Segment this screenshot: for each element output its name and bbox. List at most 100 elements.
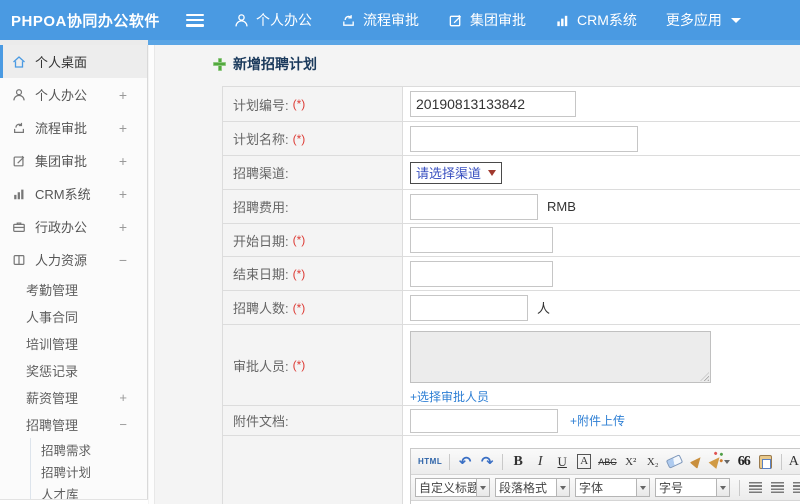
cost-input[interactable] [410, 193, 538, 220]
edit-icon [13, 155, 25, 166]
main-content: 新增招聘计划 计划编号: (*) 计划名称: (*) 招聘 [156, 45, 800, 504]
nav-label: 个人办公 [256, 12, 312, 28]
resize-grip-icon[interactable] [700, 372, 709, 381]
sidebar-item-recruit-demand[interactable]: 招聘需求 [31, 438, 147, 460]
font-size-dropdown[interactable]: 字号 [655, 478, 730, 497]
nav-workflow-approval[interactable]: 流程审批 [341, 10, 419, 30]
field-cell: 人 [403, 291, 800, 324]
choose-approvers-link[interactable]: +选择审批人员 [410, 388, 489, 405]
page-title-text: 新增招聘计划 [233, 56, 317, 72]
autotypeset-button[interactable]: A [577, 454, 592, 469]
dropdown-arrow-button[interactable] [477, 478, 490, 497]
auto-format-button[interactable] [708, 452, 732, 472]
briefcase-icon [13, 221, 25, 232]
sidebar-item-label: 奖惩记录 [26, 364, 79, 379]
sidebar-item-label: 个人办公 [35, 88, 88, 103]
strikethrough-button[interactable]: ABC [596, 452, 619, 472]
channel-select[interactable]: 请选择渠道 [410, 161, 503, 184]
required-mark: (*) [292, 97, 306, 111]
font-family-dropdown[interactable]: 字体 [575, 478, 650, 497]
sidebar-item-attendance[interactable]: 考勤管理 [0, 276, 147, 303]
editor-toolbar-row2: 自定义标题 段落格式 字体 字号 [411, 475, 800, 501]
sidebar-item-rewards[interactable]: 奖惩记录 [0, 357, 147, 384]
sidebar-item-workflow-approval[interactable]: 流程审批 + [0, 111, 147, 144]
sidebar-item-crm[interactable]: CRM系统 + [0, 177, 147, 210]
field-cell [403, 224, 800, 256]
edit-icon [448, 13, 463, 28]
collapse-minus-icon[interactable]: − [119, 417, 127, 432]
expand-plus-icon[interactable]: + [119, 390, 127, 405]
field-cell: +选择审批人员 [403, 325, 800, 405]
field-label: 审批人员: (*) [223, 325, 403, 405]
dropdown-arrow-button[interactable] [557, 478, 570, 497]
headcount-input[interactable] [410, 294, 528, 321]
required-mark: (*) [292, 131, 306, 146]
plan-number-input[interactable] [410, 91, 576, 117]
topbar: PHPOA协同办公软件 个人办公 流程审批 集团审批 CRM系统 更多应用 [0, 0, 800, 40]
menu-toggle-icon[interactable] [186, 13, 204, 27]
bold-button[interactable]: B [508, 452, 528, 472]
caret-down-icon [640, 485, 646, 490]
workflow-icon [14, 122, 24, 133]
expand-plus-icon[interactable]: + [119, 87, 127, 103]
nav-group-approval[interactable]: 集团审批 [448, 10, 526, 30]
field-label: 计划名称: (*) [223, 122, 403, 155]
dropdown-arrow-button[interactable] [637, 478, 650, 497]
start-date-input[interactable] [410, 227, 553, 253]
sidebar-item-personal-office[interactable]: 个人办公 + [0, 78, 147, 111]
italic-button[interactable]: I [530, 452, 550, 472]
font-color-button[interactable]: A [787, 452, 800, 472]
align-right-button[interactable] [789, 478, 800, 498]
end-date-input[interactable] [410, 260, 553, 287]
sidebar-item-admin-office[interactable]: 行政办公 + [0, 210, 147, 243]
form-row-start-date: 开始日期: (*) [223, 224, 800, 257]
nav-crm-system[interactable]: CRM系统 [555, 10, 637, 30]
sidebar-item-group-approval[interactable]: 集团审批 + [0, 144, 147, 177]
align-center-icon [770, 482, 784, 493]
nav-personal-office[interactable]: 个人办公 [234, 10, 312, 30]
nav-label: 集团审批 [470, 12, 526, 28]
field-label: 附件文档: [223, 406, 403, 435]
sidebar-item-hr-contract[interactable]: 人事合同 [0, 303, 147, 330]
underline-button[interactable]: U [552, 452, 572, 472]
collapse-minus-icon[interactable]: − [119, 252, 127, 268]
plan-name-input[interactable] [410, 125, 638, 152]
expand-plus-icon[interactable]: + [119, 153, 127, 169]
eraser-button[interactable] [665, 452, 685, 472]
currency-suffix: RMB [547, 199, 576, 214]
sidebar-item-recruit-mgmt[interactable]: 招聘管理 − [0, 411, 147, 438]
expand-plus-icon[interactable]: + [119, 120, 127, 136]
html-source-button[interactable]: HTML [416, 452, 444, 472]
sidebar-item-hr[interactable]: 人力资源 − [0, 243, 147, 276]
dropdown-arrow-button[interactable] [717, 478, 730, 497]
subscript-button[interactable]: X₂ [643, 452, 663, 472]
approvers-textarea[interactable] [410, 331, 711, 383]
field-cell: 请选择渠道 [403, 156, 800, 189]
attachment-input[interactable] [410, 408, 558, 433]
undo-button[interactable]: ↶ [455, 452, 475, 472]
sidebar-item-training[interactable]: 培训管理 [0, 330, 147, 357]
nav-more-apps[interactable]: 更多应用 [666, 10, 741, 30]
sidebar-bottom-strip [0, 499, 148, 504]
user-icon [13, 88, 25, 100]
paste-word-button[interactable] [756, 452, 776, 472]
superscript-button[interactable]: X² [621, 452, 641, 472]
sidebar-item-recruit-plan[interactable]: 招聘计划 [31, 460, 147, 482]
expand-plus-icon[interactable]: + [119, 219, 127, 235]
align-left-button[interactable] [745, 478, 765, 498]
align-center-button[interactable] [767, 478, 787, 498]
redo-button[interactable]: ↷ [477, 452, 497, 472]
expand-plus-icon[interactable]: + [119, 186, 127, 202]
heading-dropdown[interactable]: 自定义标题 [415, 478, 490, 497]
book-icon [13, 254, 25, 265]
sidebar-item-label: 招聘计划 [41, 465, 92, 480]
sidebar-scroll-track[interactable] [149, 45, 155, 504]
blockquote-button[interactable]: 66 [734, 452, 754, 472]
field-label: 计划编号: (*) [223, 87, 403, 121]
attachment-upload-link[interactable]: +附件上传 [570, 412, 625, 429]
form-row-cost: 招聘费用: RMB [223, 190, 800, 224]
format-brush-button[interactable] [687, 452, 707, 472]
paragraph-format-dropdown[interactable]: 段落格式 [495, 478, 570, 497]
sidebar-item-salary[interactable]: 薪资管理 + [0, 384, 147, 411]
sidebar-item-desktop[interactable]: 个人桌面 [0, 45, 147, 78]
